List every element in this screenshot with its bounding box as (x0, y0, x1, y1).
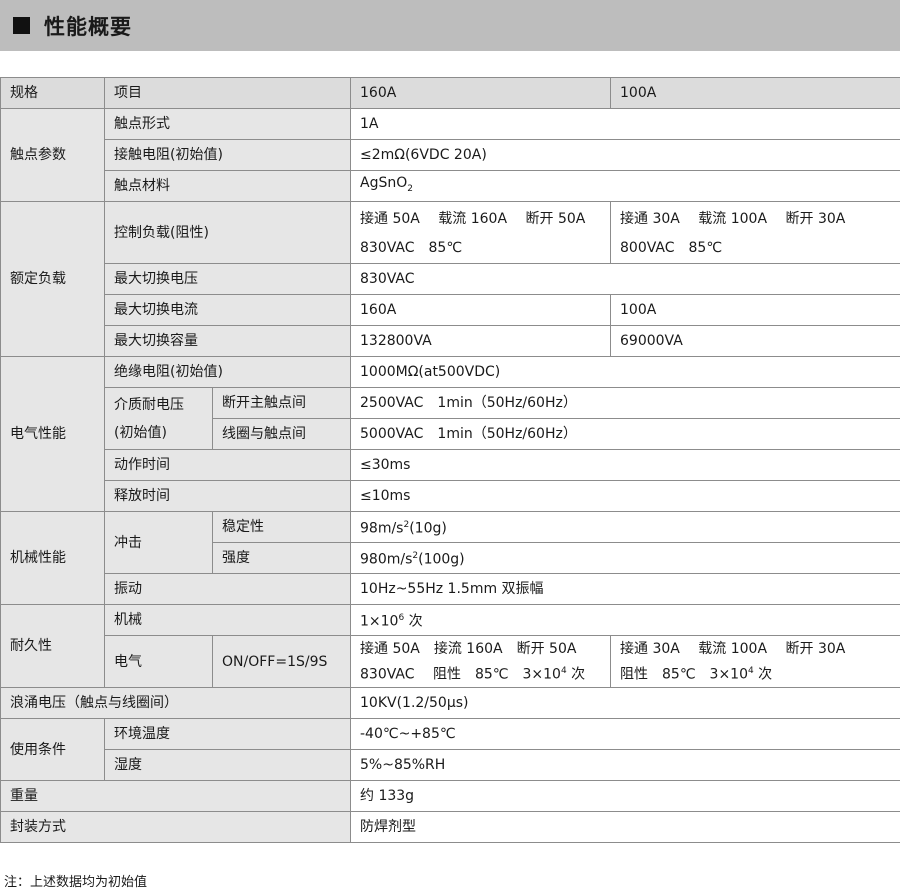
control-load-100: 接通 30A 载流 100A 断开 30A 800VAC 85℃ (611, 202, 900, 264)
ambient-temp-label: 环境温度 (105, 719, 351, 750)
humidity-value: 5%~85%RH (351, 750, 900, 781)
group-durability: 耐久性 (1, 605, 105, 688)
control-load-label: 控制负载(阻性) (105, 202, 351, 264)
surge-value: 10KV(1.2/50μs) (351, 688, 900, 719)
group-electrical: 电气性能 (1, 357, 105, 512)
table-row: 触点材料 AgSnO2 (1, 171, 900, 202)
table-row: 接触电阻(初始值) ≤2mΩ(6VDC 20A) (1, 140, 900, 171)
max-current-100: 100A (611, 295, 900, 326)
contact-material-value: AgSnO2 (351, 171, 900, 202)
insulation-value: 1000MΩ(at500VDC) (351, 357, 900, 388)
table-header-row: 规格 项目 160A 100A (1, 78, 900, 109)
max-capacity-160: 132800VA (351, 326, 611, 357)
mech-life-value: 1×106 次 (351, 605, 900, 636)
control-load-160: 接通 50A 载流 160A 断开 50A 830VAC 85℃ (351, 202, 611, 264)
release-time-label: 释放时间 (105, 481, 351, 512)
surge-label: 浪涌电压（触点与线圈间） (1, 688, 351, 719)
table-row: 浪涌电压（触点与线圈间） 10KV(1.2/50μs) (1, 688, 900, 719)
sealing-value: 防焊剂型 (351, 812, 900, 843)
group-contact: 触点参数 (1, 109, 105, 202)
operate-time-value: ≤30ms (351, 450, 900, 481)
table-row: 释放时间 ≤10ms (1, 481, 900, 512)
weight-value: 约 133g (351, 781, 900, 812)
max-voltage-label: 最大切换电压 (105, 264, 351, 295)
table-row: 最大切换容量 132800VA 69000VA (1, 326, 900, 357)
max-capacity-100: 69000VA (611, 326, 900, 357)
spec-table: 规格 项目 160A 100A 触点参数 触点形式 1A 接触电阻(初始值) ≤… (0, 77, 900, 843)
vibration-value: 10Hz~55Hz 1.5mm 双振幅 (351, 574, 900, 605)
header-100a: 100A (611, 78, 900, 109)
contact-resistance-label: 接触电阻(初始值) (105, 140, 351, 171)
header-spec: 规格 (1, 78, 105, 109)
contact-form-value: 1A (351, 109, 900, 140)
table-row: 最大切换电压 830VAC (1, 264, 900, 295)
footnote: 注：上述数据均为初始值 (4, 871, 147, 890)
humidity-label: 湿度 (105, 750, 351, 781)
max-capacity-label: 最大切换容量 (105, 326, 351, 357)
weight-label: 重量 (1, 781, 351, 812)
table-row: 额定负载 控制负载(阻性) 接通 50A 载流 160A 断开 50A 830V… (1, 202, 900, 264)
group-rated-load: 额定负载 (1, 202, 105, 357)
dielectric-main-value: 2500VAC 1min（50Hz/60Hz） (351, 388, 900, 419)
table-row: 最大切换电流 160A 100A (1, 295, 900, 326)
group-mechanical: 机械性能 (1, 512, 105, 605)
max-current-label: 最大切换电流 (105, 295, 351, 326)
elec-life-160: 接通 50A 接流 160A 断开 50A 830VAC 阻性 85℃ 3×10… (351, 636, 611, 688)
table-row: 封装方式 防焊剂型 (1, 812, 900, 843)
table-row: 电气 ON/OFF=1S/9S 接通 50A 接流 160A 断开 50A 83… (1, 636, 900, 688)
mech-life-label: 机械 (105, 605, 351, 636)
square-bullet-icon (13, 17, 30, 34)
dielectric-main-label: 断开主触点间 (213, 388, 351, 419)
table-row: 使用条件 环境温度 -40℃~+85℃ (1, 719, 900, 750)
table-row: 湿度 5%~85%RH (1, 750, 900, 781)
header-160a: 160A (351, 78, 611, 109)
section-title: 性能概要 (44, 11, 132, 41)
max-current-160: 160A (351, 295, 611, 326)
shock-label: 冲击 (105, 512, 213, 574)
elec-life-100: 接通 30A 载流 100A 断开 30A 阻性 85℃ 3×104 次 (611, 636, 900, 688)
elec-life-label: 电气 (105, 636, 213, 688)
table-row: 介质耐电压 (初始值) 断开主触点间 2500VAC 1min（50Hz/60H… (1, 388, 900, 419)
sealing-label: 封装方式 (1, 812, 351, 843)
vibration-label: 振动 (105, 574, 351, 605)
dielectric-coil-value: 5000VAC 1min（50Hz/60Hz） (351, 419, 900, 450)
insulation-label: 绝缘电阻(初始值) (105, 357, 351, 388)
table-row: 电气性能 绝缘电阻(初始值) 1000MΩ(at500VDC) (1, 357, 900, 388)
table-row: 振动 10Hz~55Hz 1.5mm 双振幅 (1, 574, 900, 605)
group-conditions: 使用条件 (1, 719, 105, 781)
operate-time-label: 动作时间 (105, 450, 351, 481)
section-header: 性能概要 (0, 0, 900, 51)
contact-resistance-value: ≤2mΩ(6VDC 20A) (351, 140, 900, 171)
contact-form-label: 触点形式 (105, 109, 351, 140)
header-item: 项目 (105, 78, 351, 109)
max-voltage-value: 830VAC (351, 264, 900, 295)
table-row: 动作时间 ≤30ms (1, 450, 900, 481)
elec-life-condition: ON/OFF=1S/9S (213, 636, 351, 688)
contact-material-label: 触点材料 (105, 171, 351, 202)
table-row: 耐久性 机械 1×106 次 (1, 605, 900, 636)
dielectric-coil-label: 线圈与触点间 (213, 419, 351, 450)
stability-value: 98m/s2(10g) (351, 512, 900, 543)
dielectric-label: 介质耐电压 (初始值) (105, 388, 213, 450)
strength-label: 强度 (213, 543, 351, 574)
ambient-temp-value: -40℃~+85℃ (351, 719, 900, 750)
table-row: 机械性能 冲击 稳定性 98m/s2(10g) (1, 512, 900, 543)
release-time-value: ≤10ms (351, 481, 900, 512)
table-row: 触点参数 触点形式 1A (1, 109, 900, 140)
table-row: 重量 约 133g (1, 781, 900, 812)
strength-value: 980m/s2(100g) (351, 543, 900, 574)
stability-label: 稳定性 (213, 512, 351, 543)
